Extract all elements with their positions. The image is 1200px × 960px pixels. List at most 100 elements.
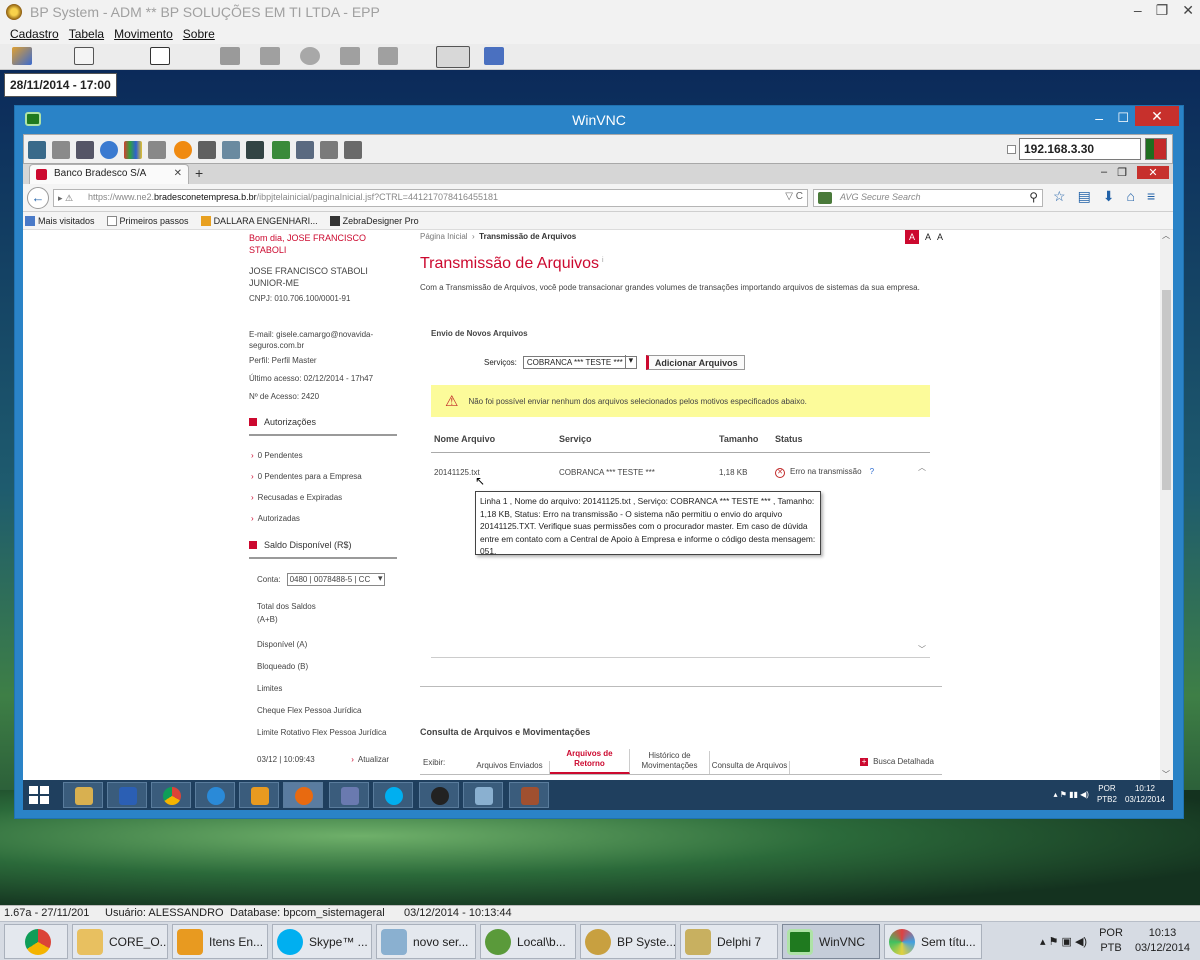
bookmark-mais-visitados[interactable]: Mais visitados <box>25 215 95 226</box>
tab-arquivos-enviados[interactable]: Arquivos Enviados <box>470 761 550 774</box>
minimize-icon[interactable]: – <box>1095 110 1103 126</box>
menu-icon[interactable]: ≡ <box>1147 188 1155 205</box>
menu-cadastro[interactable]: Cadastro <box>10 27 59 41</box>
link-recusadas[interactable]: › Recusadas e Expiradas <box>249 493 399 502</box>
help-icon[interactable]: ? <box>870 467 874 476</box>
taskbar-item-skype[interactable]: Skype™ ... <box>272 924 372 959</box>
window-icon[interactable] <box>150 47 170 65</box>
search-field[interactable]: AVG Secure Search ⚲ <box>813 189 1043 207</box>
menu-sobre[interactable]: Sobre <box>183 27 215 41</box>
link-autorizadas[interactable]: › Autorizadas <box>249 514 399 523</box>
remote-taskbar-item[interactable] <box>63 782 103 808</box>
bookmark-primeiros-passos[interactable]: Primeiros passos <box>106 215 189 226</box>
exit-icon[interactable] <box>484 47 504 65</box>
chat-icon[interactable] <box>296 141 314 159</box>
transfer-icon[interactable] <box>272 141 290 159</box>
remote-clock[interactable]: 10:12 03/12/2014 <box>1125 783 1165 805</box>
connect-status-icon[interactable] <box>1145 138 1167 160</box>
taskbar-item-outlook[interactable]: Itens En... <box>172 924 268 959</box>
font-mid-button[interactable]: A <box>925 232 931 242</box>
scroll-thumb[interactable] <box>1162 290 1171 490</box>
remote-taskbar-item[interactable] <box>329 782 369 808</box>
download-icon[interactable]: ⬇ <box>1103 188 1115 205</box>
ip-address-field[interactable]: 192.168.3.30 <box>1019 138 1141 160</box>
coin-icon[interactable] <box>300 47 320 65</box>
bookmark-zebradesigner[interactable]: ZebraDesigner Pro <box>329 215 419 226</box>
bookmarks-menu-icon[interactable]: ▤ <box>1078 188 1091 205</box>
bookmark-star-icon[interactable]: ☆ <box>1053 188 1066 205</box>
taskbar-item-chrome[interactable] <box>4 924 68 959</box>
minimize-icon[interactable]: – <box>1101 166 1107 178</box>
tab-consulta[interactable]: Consulta de Arquivos <box>710 761 790 774</box>
language-indicator[interactable]: POR PTB <box>1099 926 1123 956</box>
servicos-select[interactable]: COBRANCA *** TESTE *** <box>522 355 637 369</box>
fullscreen-icon[interactable] <box>222 141 240 159</box>
restore-icon[interactable]: ❐ <box>1117 166 1127 179</box>
close-icon[interactable]: ✕ <box>1135 106 1179 126</box>
ctrl-alt-del-icon[interactable] <box>198 141 216 159</box>
bookmark-dallara[interactable]: DALLARA ENGENHARI... <box>200 215 318 226</box>
flag-icon[interactable] <box>260 47 280 65</box>
ip-checkbox[interactable] <box>1007 145 1016 154</box>
menu-tabela[interactable]: Tabela <box>69 27 104 41</box>
users-icon[interactable] <box>12 47 32 65</box>
link-pendentes[interactable]: › 0 Pendentes <box>249 451 399 460</box>
remote-taskbar-item[interactable] <box>107 782 147 808</box>
remote-taskbar-item[interactable] <box>195 782 235 808</box>
menu-movimento[interactable]: Movimento <box>114 27 173 41</box>
info-icon[interactable] <box>344 141 362 159</box>
chevron-down-icon[interactable]: ﹀ <box>918 644 926 655</box>
remote-taskbar-item[interactable] <box>283 782 323 808</box>
font-big-button[interactable]: A <box>937 232 943 242</box>
remote-taskbar-item[interactable] <box>151 782 191 808</box>
font-small-button[interactable]: A <box>905 230 919 244</box>
autorizacoes-header[interactable]: Autorizações <box>249 417 397 436</box>
link-pendentes-empresa[interactable]: › 0 Pendentes para a Empresa <box>249 472 399 481</box>
windows-logo-icon[interactable] <box>124 141 142 159</box>
start-icon[interactable] <box>29 786 49 804</box>
person-icon[interactable] <box>436 46 470 68</box>
saldo-header[interactable]: Saldo Disponível (R$) <box>249 540 397 559</box>
taskbar-item-notepad[interactable]: novo ser... <box>376 924 476 959</box>
tool-icon[interactable] <box>378 47 398 65</box>
chevron-up-icon[interactable]: ︿ <box>918 462 926 473</box>
busca-detalhada-link[interactable]: + Busca Detalhada <box>860 757 934 766</box>
remote-taskbar-item[interactable] <box>239 782 279 808</box>
tray-icons[interactable]: ▴ ⚑ ▮▮ ◀) <box>1053 790 1088 799</box>
options-icon[interactable] <box>320 141 338 159</box>
remote-taskbar-item[interactable] <box>419 782 459 808</box>
remote-taskbar-item[interactable] <box>509 782 549 808</box>
maximize-icon[interactable]: ☐ <box>1117 110 1129 126</box>
alert-icon[interactable] <box>174 141 192 159</box>
table-row[interactable]: 20141125.txt COBRANCA *** TESTE *** 1,18… <box>431 467 930 478</box>
avg-icon[interactable] <box>818 192 832 204</box>
scroll-down-icon[interactable]: ﹀ <box>1162 769 1170 780</box>
tools-icon[interactable] <box>76 141 94 159</box>
taskbar-item-delphi[interactable]: Delphi 7 <box>680 924 778 959</box>
document-icon[interactable] <box>340 47 360 65</box>
folder-icon[interactable] <box>220 47 240 65</box>
taskbar-item-paint[interactable]: Sem títu... <box>884 924 982 959</box>
site-identity-icon[interactable]: ▸ ⚠ <box>58 193 73 204</box>
refresh-icon[interactable] <box>100 141 118 159</box>
url-bar[interactable]: ▸ ⚠ https://www.ne2.bradesconetempresa.b… <box>53 189 808 207</box>
taskbar-item-core[interactable]: CORE_O... <box>72 924 168 959</box>
close-tab-icon[interactable]: ✕ <box>174 168 182 179</box>
taskbar-item-bpsystem[interactable]: BP Syste... <box>580 924 676 959</box>
search-icon[interactable]: ⚲ <box>1029 190 1038 204</box>
close-icon[interactable]: ✕ <box>1182 2 1194 19</box>
scroll-up-icon[interactable]: ︿ <box>1162 230 1170 241</box>
home-icon[interactable]: ⌂ <box>1127 188 1135 205</box>
restore-icon[interactable]: ❐ <box>1156 2 1169 19</box>
tab-historico[interactable]: Histórico de Movimentações <box>630 751 710 774</box>
copy-icon[interactable] <box>52 141 70 159</box>
tab-arquivos-retorno[interactable]: Arquivos de Retorno <box>550 749 630 774</box>
add-files-button[interactable]: Adicionar Arquivos <box>645 355 745 370</box>
screen-icon[interactable] <box>246 141 264 159</box>
conta-select[interactable]: 0480 | 0078488-5 | CC <box>286 573 385 586</box>
monitor-icon[interactable] <box>28 141 46 159</box>
reload-icon[interactable]: ▽ C <box>785 191 803 202</box>
page-scrollbar[interactable]: ︿ ﹀ <box>1160 230 1173 780</box>
breadcrumb-home[interactable]: Página Inicial <box>420 232 468 241</box>
close-icon[interactable]: ✕ <box>1137 165 1169 179</box>
